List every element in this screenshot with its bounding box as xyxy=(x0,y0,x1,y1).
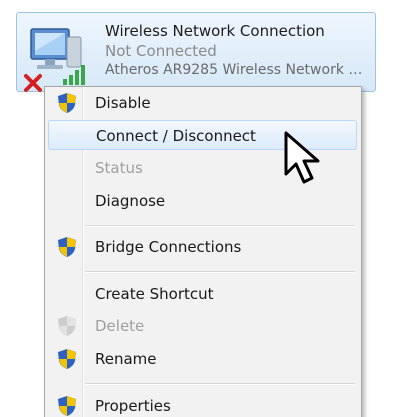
connection-device: Atheros AR9285 Wireless Network Adapter xyxy=(105,62,370,78)
menu-separator xyxy=(85,271,355,273)
menu-separator xyxy=(85,225,355,227)
menu-item-label: Create Shortcut xyxy=(95,285,214,303)
menu-item-label: Diagnose xyxy=(95,192,166,210)
disconnected-x-icon xyxy=(24,74,42,92)
menu-item-label: Bridge Connections xyxy=(95,238,242,256)
menu-item-properties[interactable]: Properties xyxy=(48,391,357,417)
menu-item-label: Rename xyxy=(95,350,157,368)
menu-item-diagnose[interactable]: Diagnose xyxy=(48,186,357,216)
connection-status: Not Connected xyxy=(105,42,217,60)
desktop-window: Wireless Network Connection Not Connecte… xyxy=(0,0,397,417)
menu-item-label: Status xyxy=(95,159,143,177)
wireless-connection-tile[interactable]: Wireless Network Connection Not Connecte… xyxy=(16,12,376,92)
menu-item-delete[interactable]: Delete xyxy=(48,311,357,341)
menu-separator xyxy=(85,383,355,385)
uac-shield-icon xyxy=(58,93,76,113)
mouse-pointer-icon xyxy=(284,131,320,184)
menu-item-label: Connect / Disconnect xyxy=(96,127,256,145)
menu-item-label: Disable xyxy=(95,94,151,112)
connection-name: Wireless Network Connection xyxy=(105,22,325,40)
uac-shield-icon xyxy=(58,316,76,336)
menu-item-label: Delete xyxy=(95,317,145,335)
uac-shield-icon xyxy=(58,237,76,257)
menu-item-disable[interactable]: Disable xyxy=(48,88,357,118)
menu-item-bridge-connections[interactable]: Bridge Connections xyxy=(48,232,357,262)
uac-shield-icon xyxy=(58,349,76,369)
menu-item-create-shortcut[interactable]: Create Shortcut xyxy=(48,279,357,309)
menu-item-label: Properties xyxy=(95,397,171,415)
uac-shield-icon xyxy=(58,396,76,416)
menu-item-rename[interactable]: Rename xyxy=(48,344,357,374)
